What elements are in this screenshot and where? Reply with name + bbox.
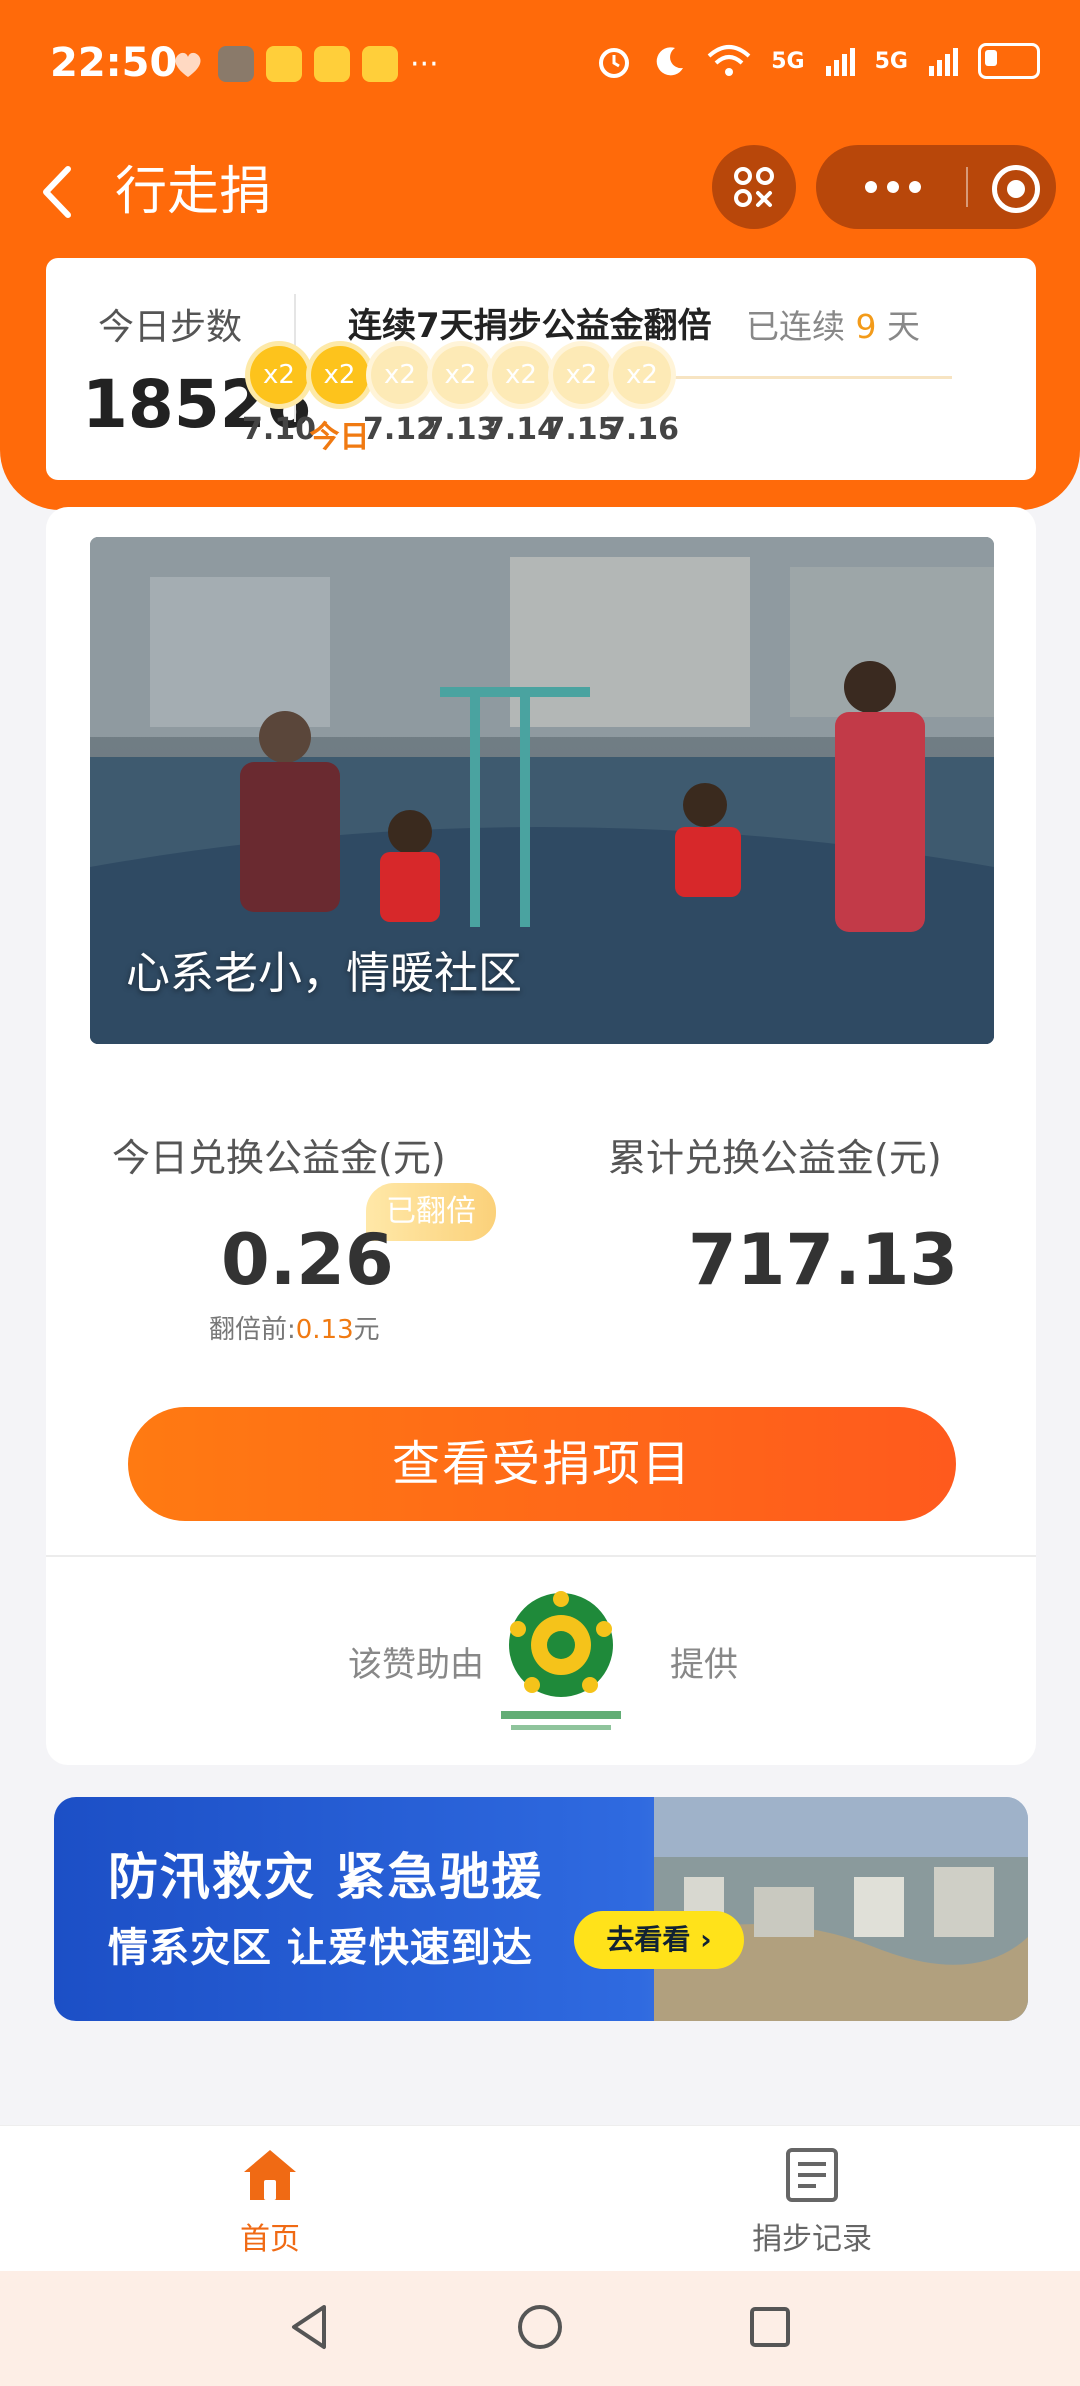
total-fund-label: 累计兑换公益金(元) [608,1136,942,1180]
moon-icon [656,47,684,76]
flood-relief-banner[interactable]: 防汛救灾 紧急驰援 情系灾区 让爱快速到达 去看看 › [54,1797,1028,2021]
more-dot-icon [909,181,921,193]
streak-days: 9 [855,307,877,346]
more-menu-button[interactable] [848,157,938,217]
heart-icon [175,52,201,77]
streak-day: x2 7.16 [597,346,687,447]
steps-card: 今日步数 18526 连续7天捐步公益金翻倍 已连续 9 天 x2 7.10 x2 今… [46,258,1036,480]
back-nav-icon[interactable] [280,2297,340,2357]
network-label: 5G [771,48,805,74]
before-label: 翻倍前: [209,1315,296,1345]
tab-records[interactable]: 捐步记录 [712,2146,912,2258]
recents-nav-icon[interactable] [740,2297,800,2357]
double-coin-icon: x2 [613,346,671,404]
signal-icon [929,48,958,76]
sponsor-suffix: 提供 [670,1645,738,1685]
weibo-icon [314,46,350,82]
tab-home-label: 首页 [240,2222,300,2257]
before-double-text: 翻倍前:0.13元 [209,1309,380,1346]
before-value: 0.13 [295,1315,354,1345]
tab-home[interactable]: 首页 [170,2146,370,2258]
streak-suffix: 天 [887,307,920,346]
project-caption: 心系老小，情暖社区 [126,948,522,999]
steps-label: 今日步数 [98,307,243,348]
system-icons: 5G 5G [595,42,1040,80]
nav-bar: 行走捐 [0,135,1080,250]
list-document-icon [786,2148,838,2202]
more-dot-icon [887,181,899,193]
main-card: 心系老小，情暖社区 今日兑换公益金(元) 累计兑换公益金(元) 已翻倍 0.26… [46,507,1036,1765]
tab-bar: 首页 捐步记录 [0,2125,1080,2272]
page-title: 行走捐 [115,162,272,222]
streak-status: 已连续 9 天 [746,300,920,348]
total-fund-value: 717.13 [688,1219,959,1301]
project-image[interactable]: 心系老小，情暖社区 [90,537,994,1044]
banner-title: 防汛救灾 紧急驰援 [108,1848,544,1906]
notification-icons: ··· [170,46,439,82]
weibo-icon [266,46,302,82]
weibo-icon [362,46,398,82]
app-notification-icon [218,46,254,82]
capsule-divider [966,167,968,207]
more-dot-icon [865,181,877,193]
more-notifications-icon: ··· [410,46,439,82]
tab-records-label: 捐步记录 [752,2222,872,2257]
view-projects-button[interactable]: 查看受捐项目 [128,1407,956,1521]
back-arrow-icon[interactable] [30,157,90,227]
status-time: 22:50 [50,40,178,86]
today-fund-value: 0.26 [221,1219,394,1301]
home-nav-icon[interactable] [510,2297,570,2357]
home-icon [244,2150,296,2200]
close-miniapp-button[interactable] [992,165,1040,213]
streak-prefix: 已连续 [746,307,845,346]
alarm-icon [599,48,630,78]
banner-subtitle: 情系灾区 让爱快速到达 [108,1925,533,1971]
wifi-icon [707,45,751,76]
status-bar: 22:50 ··· 5G 5G [0,0,1080,135]
signal-icon [825,48,855,76]
sponsor-logo[interactable] [496,1585,626,1745]
scan-icon [734,167,774,207]
system-navigation-bar [0,2271,1080,2386]
banner-flood-image [654,1797,1028,2021]
banner-go-button[interactable]: 去看看 › [574,1911,744,1969]
miniapp-capsule [816,145,1056,229]
network-label: 5G [874,48,908,74]
battery-icon [978,43,1040,79]
divider [46,1555,1036,1557]
streak-title: 连续7天捐步公益金翻倍 [348,306,712,346]
scan-button[interactable] [712,145,796,229]
streak-day-label: 7.16 [604,412,680,447]
before-unit: 元 [353,1315,380,1345]
sponsor-prefix: 该赞助由 [348,1645,484,1685]
today-fund-label: 今日兑换公益金(元) [112,1136,446,1180]
